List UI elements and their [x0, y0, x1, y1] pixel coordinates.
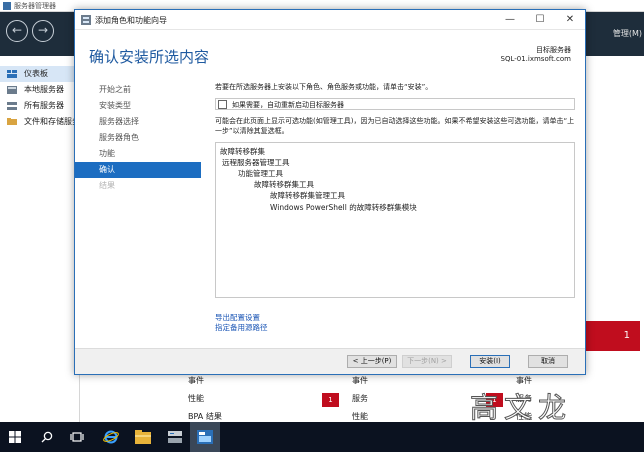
- previous-button[interactable]: < 上一步(P): [347, 355, 397, 368]
- list-item: 故障转移群集工具: [254, 180, 314, 189]
- restart-label: 如果需要，自动重新启动目标服务器: [232, 101, 344, 109]
- confirmation-content: 若要在所选服务器上安装以下角色、角色服务或功能，请单击“安装”。 如果需要，自动…: [215, 82, 575, 298]
- step-confirmation[interactable]: 确认: [75, 162, 201, 178]
- server-manager-sidebar: 仪表板 本地服务器 所有服务器 文件和存储服务: [0, 56, 80, 422]
- alert-tile[interactable]: 1: [584, 321, 640, 351]
- list-item: 功能管理工具: [238, 169, 283, 178]
- servers-icon: [7, 102, 17, 110]
- search-icon[interactable]: [32, 422, 62, 452]
- forward-arrow-icon[interactable]: →: [32, 20, 54, 42]
- maximize-icon[interactable]: ☐: [525, 10, 555, 30]
- server-manager-icon[interactable]: [160, 422, 190, 452]
- restart-checkbox[interactable]: [218, 100, 227, 109]
- taskbar: [0, 422, 644, 452]
- selected-features-list[interactable]: 故障转移群集 远程服务器管理工具 功能管理工具 故障转移群集工具 故障转移群集管…: [215, 142, 575, 298]
- list-item: Windows PowerShell 的故障转移群集模块: [270, 203, 417, 212]
- sidebar-item-file-storage[interactable]: 文件和存储服务: [0, 114, 79, 130]
- sidebar-item-dashboard[interactable]: 仪表板: [0, 66, 79, 82]
- storage-icon: [7, 118, 17, 125]
- target-server-value: SQL-01.ixmsoft.com: [500, 55, 572, 63]
- list-item: 远程服务器管理工具: [222, 158, 290, 167]
- alternate-source-link[interactable]: 指定备用源路径: [215, 323, 268, 333]
- config-links: 导出配置设置 指定备用源路径: [215, 313, 268, 333]
- watermark: 高文龙: [469, 391, 573, 425]
- step-features[interactable]: 功能: [75, 146, 201, 162]
- server-icon: [7, 86, 17, 94]
- cancel-button[interactable]: 取消: [528, 355, 568, 368]
- server-manager-title: 服务器管理器: [14, 2, 56, 10]
- intro-text: 若要在所选服务器上安装以下角色、角色服务或功能，请单击“安装”。: [215, 83, 433, 91]
- target-server-label: 目标服务器: [536, 46, 571, 54]
- internet-explorer-icon[interactable]: [96, 422, 126, 452]
- step-installation-type[interactable]: 安装类型: [75, 98, 201, 114]
- back-arrow-icon[interactable]: ←: [6, 20, 28, 42]
- tile-column-1: 事件 性能 BPA 结果: [158, 372, 298, 426]
- next-button: 下一步(N) >: [402, 355, 452, 368]
- dialog-titlebar: 添加角色和功能向导 — ☐ ✕: [75, 10, 585, 30]
- minimize-icon[interactable]: —: [495, 10, 525, 30]
- list-item: 故障转移群集: [220, 147, 265, 156]
- export-config-link[interactable]: 导出配置设置: [215, 313, 268, 323]
- manage-menu[interactable]: 管理(M): [613, 28, 642, 39]
- dashboard-icon: [7, 70, 17, 78]
- add-roles-wizard-dialog: 添加角色和功能向导 — ☐ ✕ 确认安装所选内容 目标服务器 SQL-01.ix…: [74, 9, 586, 375]
- install-button[interactable]: 安装(I): [470, 355, 510, 368]
- tile-row-performance[interactable]: 性能: [158, 390, 298, 408]
- sidebar-item-local-server[interactable]: 本地服务器: [0, 82, 79, 98]
- file-explorer-icon[interactable]: [128, 422, 158, 452]
- list-item: 故障转移群集管理工具: [270, 191, 345, 200]
- windows-start-icon[interactable]: [0, 422, 30, 452]
- dialog-footer: < 上一步(P) 下一步(N) > 安装(I) 取消: [75, 348, 585, 374]
- restart-option[interactable]: 如果需要，自动重新启动目标服务器: [215, 98, 575, 110]
- powershell-icon[interactable]: [190, 422, 220, 452]
- step-server-selection[interactable]: 服务器选择: [75, 114, 201, 130]
- step-before-you-begin[interactable]: 开始之前: [75, 82, 201, 98]
- tile-column-2: 事件 1 服务 性能: [322, 372, 462, 426]
- step-results: 结果: [99, 181, 115, 190]
- step-server-roles[interactable]: 服务器角色: [75, 130, 201, 146]
- wizard-icon: [81, 15, 91, 25]
- optional-features-note: 可能会在此页面上显示可选功能(如管理工具)，因为已自动选择这些功能。如果不希望安…: [215, 117, 575, 135]
- wizard-steps: 开始之前 安装类型 服务器选择 服务器角色 功能 确认 结果: [75, 82, 201, 194]
- task-view-icon[interactable]: [62, 422, 92, 452]
- alert-badge: 1: [322, 393, 339, 407]
- dialog-title: 添加角色和功能向导: [95, 16, 167, 25]
- close-icon[interactable]: ✕: [555, 10, 585, 30]
- sidebar-item-all-servers[interactable]: 所有服务器: [0, 98, 79, 114]
- tile-row-services[interactable]: 1 服务: [322, 390, 462, 408]
- page-title: 确认安装所选内容: [89, 48, 210, 66]
- server-manager-app-icon: [3, 2, 11, 10]
